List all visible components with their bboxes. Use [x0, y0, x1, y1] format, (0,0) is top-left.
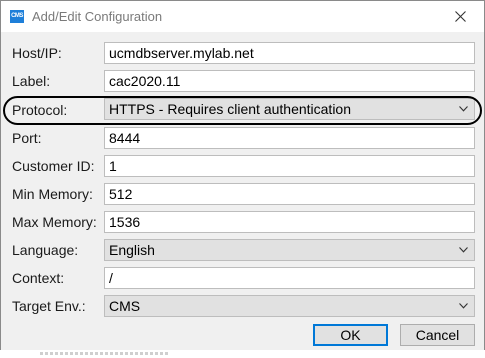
- language-label: Language:: [12, 242, 79, 258]
- chevron-down-icon: [459, 106, 468, 112]
- context-label: Context:: [12, 270, 65, 286]
- title-bar: CMS Add/Edit Configuration: [1, 1, 484, 32]
- max-memory-input[interactable]: [104, 211, 475, 233]
- protocol-selected-value: HTTPS - Requires client authentication: [109, 101, 351, 117]
- label-input[interactable]: [104, 70, 475, 92]
- chevron-down-icon: [459, 303, 468, 309]
- max-memory-label: Max Memory:: [12, 214, 97, 230]
- min-memory-label: Min Memory:: [12, 186, 93, 202]
- language-dropdown[interactable]: English: [104, 239, 475, 261]
- protocol-label: Protocol:: [12, 102, 68, 118]
- chevron-down-icon: [459, 247, 468, 253]
- customer-id-input[interactable]: [104, 155, 475, 177]
- label-label: Label:: [12, 73, 51, 89]
- context-input[interactable]: [104, 267, 475, 289]
- target-env-dropdown[interactable]: CMS: [104, 295, 475, 317]
- close-button[interactable]: [438, 1, 484, 32]
- target-env-label: Target Env.:: [12, 298, 86, 314]
- customer-id-label: Customer ID:: [12, 158, 95, 174]
- dialog-title: Add/Edit Configuration: [32, 9, 163, 24]
- add-edit-configuration-dialog: CMS Add/Edit Configuration Host/IP: Labe…: [0, 0, 485, 358]
- min-memory-input[interactable]: [104, 183, 475, 205]
- host-label: Host/IP:: [12, 45, 62, 61]
- protocol-dropdown[interactable]: HTTPS - Requires client authentication: [104, 98, 475, 120]
- port-label: Port:: [12, 130, 42, 146]
- port-input[interactable]: [104, 127, 475, 149]
- host-input[interactable]: [104, 42, 475, 64]
- language-selected-value: English: [109, 242, 155, 258]
- ok-button[interactable]: OK: [313, 324, 388, 346]
- cancel-button[interactable]: Cancel: [400, 324, 475, 346]
- target-env-selected-value: CMS: [109, 298, 141, 314]
- background-fragment: [40, 352, 170, 355]
- cms-app-icon: CMS: [10, 10, 24, 23]
- close-icon: [455, 11, 466, 22]
